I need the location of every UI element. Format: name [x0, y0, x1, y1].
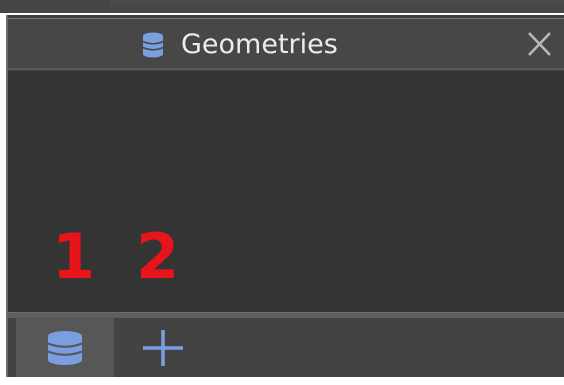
bottom-edge: [0, 377, 564, 385]
top-window-strip: [0, 0, 564, 13]
panel-title: Geometries: [181, 29, 338, 60]
annotation-number-1: 1: [52, 220, 96, 293]
database-icon: [142, 32, 164, 58]
annotation-number-2: 2: [136, 220, 180, 293]
close-icon[interactable]: [522, 28, 556, 60]
plus-icon: [143, 330, 183, 366]
top-strip-highlight: [110, 0, 564, 7]
tab-database[interactable]: [16, 318, 114, 377]
screen: Geometries 1 2: [0, 0, 564, 385]
tab-add[interactable]: [120, 318, 206, 377]
database-icon: [47, 331, 83, 365]
